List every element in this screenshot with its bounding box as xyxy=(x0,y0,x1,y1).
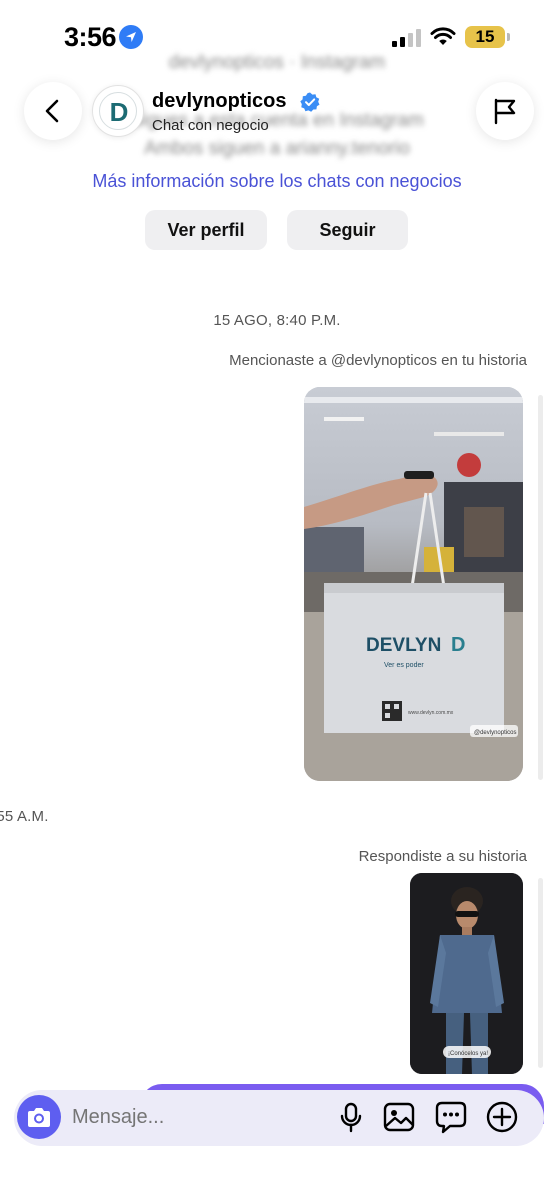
bag-website: www.devlyn.com.mx xyxy=(408,710,454,716)
verified-badge-icon xyxy=(300,92,320,112)
avatar-logo: D xyxy=(99,92,137,130)
battery-tip xyxy=(507,33,510,41)
chevron-left-icon xyxy=(45,99,59,123)
story-tag: @devlynopticos xyxy=(474,730,516,736)
flag-icon xyxy=(494,98,516,125)
bag-tagline: Ver es poder xyxy=(384,662,424,669)
view-profile-button[interactable]: Ver perfil xyxy=(145,210,267,250)
story-reply-scroll-indicator xyxy=(538,878,543,1068)
wifi-icon xyxy=(430,27,456,45)
chat-username[interactable]: devlynopticos xyxy=(152,90,286,113)
status-time: 3:56 xyxy=(64,22,117,52)
story-mention-label: Mencionaste a @devlynopticos en tu histo… xyxy=(229,352,527,369)
timestamp-1: 15 AGO, 8:40 P.M. xyxy=(213,312,341,329)
camera-button[interactable] xyxy=(17,1095,61,1139)
timestamp-2: 3:55 A.M. xyxy=(0,808,49,825)
story-reply-image[interactable]: ¡Conócelos ya! xyxy=(410,873,523,1074)
add-circle-icon[interactable] xyxy=(485,1100,519,1134)
back-button[interactable] xyxy=(24,82,82,140)
business-chats-info-link[interactable]: Más información sobre los chats con nego… xyxy=(0,171,554,192)
blurred-mutual-line: Ambos siguen a arianny.tenorio xyxy=(144,138,410,159)
sticker-chat-icon[interactable] xyxy=(434,1100,468,1134)
microphone-icon[interactable] xyxy=(334,1100,368,1134)
chat-subtitle: Chat con negocio xyxy=(152,117,269,134)
location-arrow-icon xyxy=(119,25,143,49)
bag-brand-text: DEVLYN xyxy=(366,635,441,656)
story-photo-model-denim: ¡Conócelos ya! xyxy=(410,873,523,1074)
message-input[interactable] xyxy=(72,1103,322,1131)
story-reply-label: Respondiste a su historia xyxy=(358,848,527,865)
blurred-follow-line: Sigues a esta cuenta en Instagram xyxy=(130,110,424,131)
story-sticker: ¡Conócelos ya! xyxy=(448,1051,488,1057)
cellular-signal-icon xyxy=(392,29,421,47)
story-scroll-indicator xyxy=(538,395,543,780)
report-button[interactable] xyxy=(476,82,534,140)
bag-brand-letter: D xyxy=(451,634,465,656)
battery-level: 15 xyxy=(475,27,495,46)
blurred-header-line: devlynopticos · Instagram xyxy=(168,52,386,73)
avatar-letter: D xyxy=(109,97,129,127)
gallery-icon[interactable] xyxy=(382,1100,416,1134)
battery-indicator: 15 xyxy=(465,26,505,48)
story-photo-mall-bag: DEVLYN D Ver es poder www.devlyn.com.mx … xyxy=(304,387,523,781)
avatar[interactable]: D xyxy=(92,85,144,137)
camera-icon xyxy=(28,1108,50,1127)
story-mention-image[interactable]: DEVLYN D Ver es poder www.devlyn.com.mx … xyxy=(304,387,523,781)
follow-button[interactable]: Seguir xyxy=(287,210,408,250)
